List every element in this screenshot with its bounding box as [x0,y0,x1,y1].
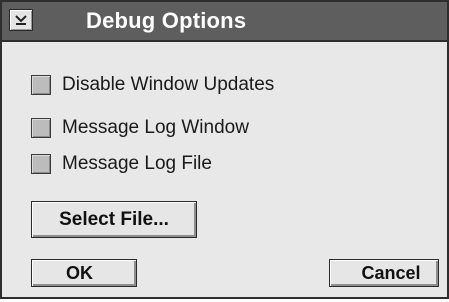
option-message-log-file[interactable]: Message Log File [31,151,212,177]
option-message-log-window[interactable]: Message Log Window [31,115,249,141]
message-log-window-checkbox[interactable] [31,118,51,138]
cancel-button[interactable]: Cancel [329,259,439,287]
disable-window-updates-checkbox[interactable] [31,75,51,95]
dialog-title: Debug Options [86,8,247,33]
ok-button[interactable]: OK [31,259,137,287]
message-log-window-label: Message Log Window [62,117,249,138]
select-file-button[interactable]: Select File... [31,201,197,238]
title-bar: Debug Options [2,2,447,42]
window-menu-button[interactable] [9,9,33,31]
disable-window-updates-label: Disable Window Updates [62,74,275,95]
debug-options-dialog: Debug Options Disable Window Updates Mes… [0,0,449,299]
message-log-file-checkbox[interactable] [31,154,51,174]
message-log-file-label: Message Log File [62,153,212,174]
window-menu-arrow-icon [15,15,27,25]
option-disable-window-updates[interactable]: Disable Window Updates [31,72,274,98]
